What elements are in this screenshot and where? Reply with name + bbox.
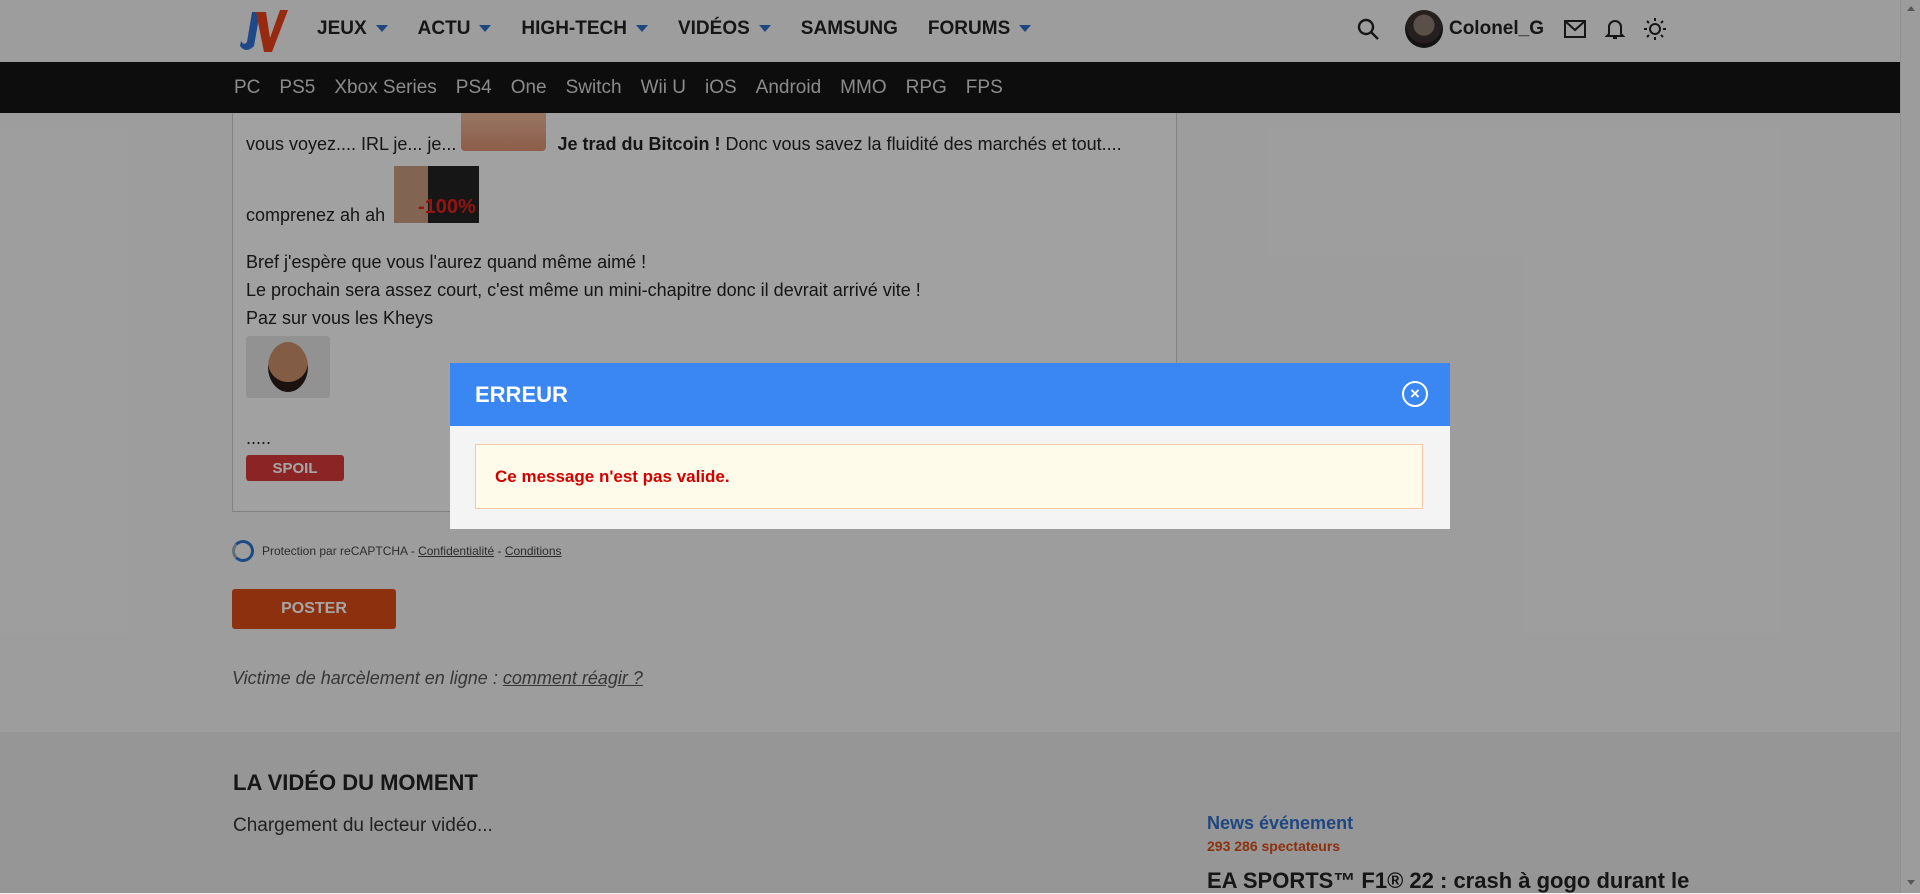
error-message: Ce message n'est pas valide.: [495, 467, 730, 486]
modal-header: ERREUR ×: [450, 363, 1450, 426]
error-message-box: Ce message n'est pas valide.: [475, 444, 1423, 509]
error-modal: ERREUR × Ce message n'est pas valide.: [450, 363, 1450, 529]
close-icon[interactable]: ×: [1402, 381, 1428, 407]
modal-title: ERREUR: [475, 382, 568, 407]
